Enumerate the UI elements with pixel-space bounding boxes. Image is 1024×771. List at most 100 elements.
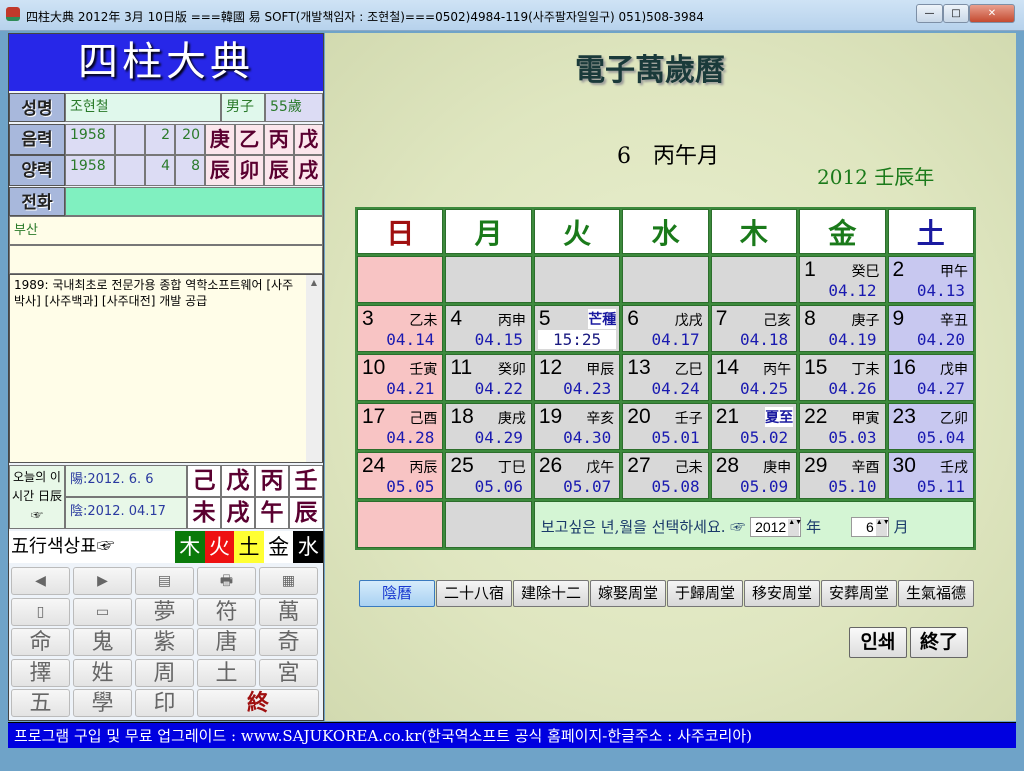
name-field[interactable]: 조현철 — [65, 93, 221, 122]
menu-button[interactable]: 終 — [197, 689, 319, 717]
calendar-day[interactable]: 1 癸巳 04.12 — [799, 256, 886, 303]
calendar-day[interactable]: 6 戊戌 04.17 — [622, 305, 709, 352]
calendar-day[interactable] — [445, 256, 532, 303]
calendar-day[interactable]: 22 甲寅 05.03 — [799, 403, 886, 450]
exit-button[interactable]: 終了 — [910, 627, 968, 658]
menu-button[interactable]: 🖶 — [197, 567, 256, 595]
calendar-day[interactable] — [710, 256, 798, 303]
tab-4[interactable]: 于歸周堂 — [667, 580, 743, 607]
calendar-day[interactable]: 10 壬寅 04.21 — [357, 354, 444, 401]
calendar-day[interactable]: 9 辛丑 04.20 — [887, 305, 974, 352]
minimize-button[interactable]: — — [916, 4, 943, 23]
calendar-day[interactable]: 21 夏至 05.02 — [710, 403, 798, 450]
calendar-day[interactable]: 26 戊午 05.07 — [533, 452, 621, 499]
tab-3[interactable]: 嫁娶周堂 — [590, 580, 666, 607]
tab-5[interactable]: 移安周堂 — [744, 580, 820, 607]
calendar-day[interactable]: 14 丙午 04.25 — [710, 354, 798, 401]
calendar-day[interactable]: 7 己亥 04.18 — [710, 305, 798, 352]
menu-button[interactable]: 鬼 — [73, 628, 132, 656]
menu-button[interactable]: 姓 — [73, 658, 132, 687]
calendar-day[interactable]: 27 己未 05.08 — [622, 452, 709, 499]
calendar-day[interactable] — [357, 256, 444, 303]
lunar-day[interactable]: 20 — [175, 124, 205, 155]
calendar-day[interactable]: 12 甲辰 04.23 — [533, 354, 621, 401]
calendar-day[interactable] — [622, 256, 709, 303]
footer-banner[interactable]: 프로그램 구입 및 무료 업그레이드 : www.SAJUKOREA.co.kr… — [8, 722, 1016, 748]
calendar-day[interactable]: 2 甲午 04.13 — [887, 256, 974, 303]
menu-button[interactable]: ◀ — [11, 567, 70, 595]
calendar-day[interactable]: 11 癸卯 04.22 — [445, 354, 532, 401]
calendar-day[interactable] — [533, 256, 621, 303]
calendar-day[interactable]: 30 壬戌 05.11 — [887, 452, 974, 499]
five-element-swatch: 火 — [204, 531, 235, 563]
calendar-day[interactable]: 19 辛亥 04.30 — [533, 403, 621, 450]
memo-scrollbar[interactable]: ▲▼ — [306, 275, 322, 575]
menu-button[interactable]: 紫 — [135, 628, 194, 656]
calendar-day[interactable]: 28 庚申 05.09 — [710, 452, 798, 499]
calendar-day[interactable]: 24 丙辰 05.05 — [357, 452, 444, 499]
tab-2[interactable]: 建除十二 — [513, 580, 589, 607]
lunar-month[interactable]: 2 — [145, 124, 175, 155]
year-spinner[interactable]: 2012 ▲▼ — [750, 517, 802, 537]
menu-button[interactable]: ▦ — [259, 567, 318, 595]
spinner-arrows[interactable]: ▲▼ — [788, 519, 802, 536]
menu-button[interactable]: 符 — [197, 597, 256, 626]
calendar-day[interactable]: 5 芒種 15:25 — [533, 305, 621, 352]
menu-button[interactable]: 土 — [197, 658, 256, 687]
calendar-day[interactable]: 29 辛酉 05.10 — [799, 452, 886, 499]
calendar-day[interactable]: 23 乙卯 05.04 — [887, 403, 974, 450]
tab-7[interactable]: 生氣福德 — [898, 580, 974, 607]
day-ganji: 乙未 — [409, 313, 438, 329]
menu-button[interactable]: ▭ — [73, 597, 132, 626]
spinner-arrows[interactable]: ▲▼ — [875, 519, 890, 536]
lunar-leap[interactable] — [115, 124, 145, 155]
lunar-date: 05.03 — [828, 428, 877, 447]
menu-button[interactable]: 萬 — [259, 597, 318, 626]
lunar-year[interactable]: 1958 — [65, 124, 115, 155]
menu-button[interactable]: 夢 — [135, 597, 194, 626]
solar-blank[interactable] — [115, 155, 145, 186]
tab-6[interactable]: 安葬周堂 — [821, 580, 897, 607]
menu-button[interactable]: 宮 — [259, 658, 318, 687]
day-ganji: 甲寅 — [851, 411, 880, 427]
calendar-day[interactable]: 15 丁未 04.26 — [799, 354, 886, 401]
memo-textarea[interactable]: 1989: 국내최초로 전문가용 종합 역학소프트웨어 [사주박사] [사주백과… — [9, 274, 323, 575]
menu-button[interactable]: 學 — [73, 689, 132, 717]
calendar-day[interactable]: 16 戊申 04.27 — [887, 354, 974, 401]
menu-button[interactable]: 唐 — [197, 628, 256, 656]
lunar-date: 04.27 — [916, 379, 965, 398]
solar-year[interactable]: 1958 — [65, 155, 115, 186]
tab-1[interactable]: 二十八宿 — [436, 580, 512, 607]
menu-button[interactable]: 命 — [11, 628, 70, 656]
menu-button[interactable]: ▯ — [11, 597, 70, 626]
calendar-day[interactable]: 8 庚子 04.19 — [799, 305, 886, 352]
calendar-day[interactable]: 13 乙巳 04.24 — [622, 354, 709, 401]
calendar-day[interactable]: 20 壬子 05.01 — [622, 403, 709, 450]
menu-button[interactable]: 擇 — [11, 658, 70, 687]
solar-month[interactable]: 4 — [145, 155, 175, 186]
calendar-day[interactable]: 3 乙未 04.14 — [357, 305, 444, 352]
menu-button[interactable]: 奇 — [259, 628, 318, 656]
maximize-button[interactable]: □ — [943, 4, 969, 23]
address-field[interactable]: 부산 — [9, 216, 323, 245]
address-field-2[interactable] — [9, 245, 323, 274]
month-spinner[interactable]: 6 ▲▼ — [851, 517, 890, 537]
calendar-day[interactable]: 18 庚戌 04.29 — [445, 403, 532, 450]
menu-button[interactable]: 五 — [11, 689, 70, 717]
calendar-day[interactable]: 4 丙申 04.15 — [445, 305, 532, 352]
phone-field[interactable] — [65, 187, 323, 216]
month-unit: 月 — [888, 518, 909, 536]
tab-0[interactable]: 陰曆 — [359, 580, 435, 607]
close-button[interactable]: ✕ — [969, 4, 1015, 23]
menu-button[interactable]: 周 — [135, 658, 194, 687]
day-number: 27 — [627, 454, 651, 477]
solar-day[interactable]: 8 — [175, 155, 205, 186]
menu-button[interactable]: 印 — [135, 689, 194, 717]
today-lunar: 陰:2012. 04.17 — [65, 497, 187, 529]
gender-field[interactable]: 男子 — [221, 93, 265, 122]
menu-button[interactable]: ▤ — [135, 567, 194, 595]
print-button[interactable]: 인쇄 — [849, 627, 907, 658]
calendar-day[interactable]: 25 丁巳 05.06 — [445, 452, 532, 499]
menu-button[interactable]: ▶ — [73, 567, 132, 595]
calendar-day[interactable]: 17 己酉 04.28 — [357, 403, 444, 450]
